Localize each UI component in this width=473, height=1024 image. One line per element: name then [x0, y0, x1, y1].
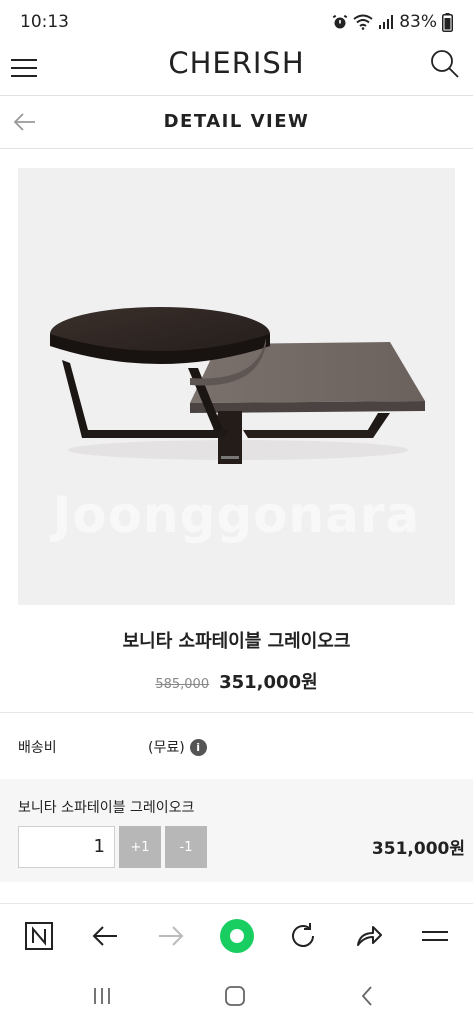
refresh-icon[interactable] [285, 918, 321, 954]
selected-option-box: 보니타 소파테이블 그레이오크 1 +1 -1 351,000원 [0, 779, 473, 882]
back-icon[interactable] [353, 981, 383, 1011]
brand-logo[interactable]: CHERISH [0, 46, 473, 80]
option-name: 보니타 소파테이블 그레이오크 [18, 800, 195, 816]
product-name: 보니타 소파테이블 그레이오크 [122, 631, 351, 652]
price-row: 585,000 351,000원 [0, 668, 473, 694]
status-time: 10:13 [20, 12, 69, 32]
back-arrow-icon[interactable] [87, 918, 123, 954]
quantity-input[interactable]: 1 [18, 826, 115, 868]
quantity-minus-button[interactable]: -1 [165, 826, 207, 868]
forward-arrow-icon[interactable] [153, 918, 189, 954]
info-icon[interactable]: i [189, 738, 207, 756]
status-bar: 10:13 83% [0, 0, 473, 44]
shipping-value: (무료) i [148, 737, 207, 757]
product-image[interactable]: Joonggonara [18, 168, 455, 605]
battery-icon [442, 12, 453, 32]
app-header: CHERISH [0, 44, 473, 96]
signal-icon [379, 15, 394, 29]
share-icon[interactable] [351, 918, 387, 954]
divider [0, 712, 473, 713]
battery-text: 83% [399, 12, 437, 32]
sale-price: 351,000원 [219, 672, 318, 693]
system-nav-bar [0, 967, 473, 1024]
browser-toolbar [0, 903, 473, 967]
naver-n-icon[interactable] [21, 918, 57, 954]
option-total-price: 351,000원 [371, 839, 465, 859]
search-icon[interactable] [429, 48, 461, 80]
status-icons: 83% [332, 12, 453, 32]
shipping-row: 배송비 (무료) i [18, 736, 455, 758]
menu-icon[interactable] [417, 918, 453, 954]
page-title: DETAIL VIEW [163, 111, 310, 132]
home-icon[interactable] [220, 981, 250, 1011]
wifi-icon [353, 14, 373, 30]
watermark: Joonggonara [52, 486, 421, 544]
shipping-label: 배송비 [18, 740, 57, 756]
green-home-icon[interactable] [219, 918, 255, 954]
recent-apps-icon[interactable] [87, 981, 117, 1011]
alarm-icon [332, 14, 348, 29]
original-price: 585,000 [155, 677, 210, 692]
shipping-fee: (무료) [148, 740, 185, 756]
detail-subheader: DETAIL VIEW [0, 97, 473, 149]
quantity-plus-button[interactable]: +1 [119, 826, 161, 868]
